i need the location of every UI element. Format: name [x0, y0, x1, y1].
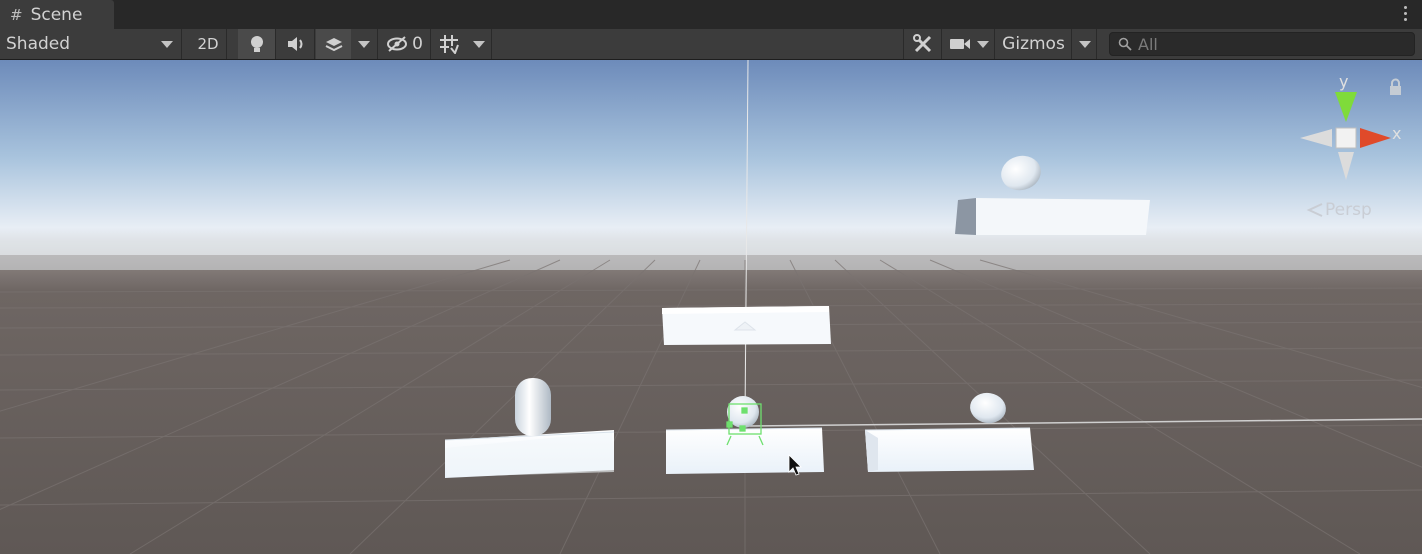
- tools-icon: [912, 34, 931, 53]
- eye-slash-icon: [387, 36, 408, 52]
- projection-label[interactable]: Persp: [1325, 200, 1372, 220]
- chevron-down-icon: [472, 40, 485, 48]
- grid-dropdown[interactable]: [466, 29, 492, 59]
- toggle-2d-label: 2D: [197, 35, 219, 53]
- hidden-count: 0: [412, 34, 423, 54]
- gizmo-label-y: y: [1339, 72, 1349, 91]
- layers-icon: [325, 38, 342, 52]
- kebab-menu-icon[interactable]: [1404, 6, 1408, 22]
- tab-bar: # Scene: [0, 0, 1422, 29]
- scene-viewport[interactable]: y x Persp: [0, 60, 1422, 554]
- gizmo-center-cube[interactable]: [1335, 127, 1357, 149]
- horizon-haze: [0, 240, 1422, 270]
- ground-plane: [0, 255, 1422, 554]
- scene-render: [0, 60, 1422, 554]
- tab-label: Scene: [30, 4, 83, 25]
- chevron-down-icon: [1078, 40, 1091, 48]
- audio-toggle[interactable]: [277, 29, 315, 59]
- search-input[interactable]: All: [1109, 32, 1415, 56]
- hash-icon: #: [10, 5, 23, 24]
- grid-toggle[interactable]: [432, 29, 466, 59]
- lighting-toggle[interactable]: [238, 29, 276, 59]
- chevron-down-icon: [161, 40, 173, 48]
- search-placeholder: All: [1138, 34, 1158, 54]
- capsule[interactable]: [515, 378, 551, 436]
- lightbulb-icon: [250, 36, 263, 52]
- camera-icon: [949, 39, 970, 49]
- far-platform[interactable]: [955, 198, 1150, 235]
- gizmos-button[interactable]: Gizmos: [996, 29, 1072, 59]
- chevron-down-icon: [358, 40, 370, 48]
- camera-dropdown[interactable]: [943, 29, 995, 59]
- grid-snap-icon: [440, 35, 459, 54]
- search-icon: [1118, 37, 1132, 51]
- gizmos-label: Gizmos: [1002, 34, 1065, 54]
- scene-toolbar: Shaded 2D 0 Gizmos All: [0, 29, 1422, 60]
- middle-platform[interactable]: [662, 306, 831, 345]
- draw-mode-dropdown[interactable]: Shaded: [0, 29, 182, 59]
- effects-toggle[interactable]: [316, 29, 351, 59]
- right-platform[interactable]: [864, 427, 1034, 472]
- chevron-down-icon: [976, 40, 989, 48]
- speaker-icon: [287, 37, 302, 51]
- tools-button[interactable]: [903, 29, 942, 59]
- gizmo-label-x: x: [1392, 124, 1402, 143]
- toggle-2d-button[interactable]: 2D: [190, 29, 227, 59]
- hidden-objects-toggle[interactable]: 0: [379, 29, 431, 59]
- effects-dropdown[interactable]: [351, 29, 378, 59]
- tab-scene[interactable]: # Scene: [0, 0, 114, 29]
- gizmos-dropdown[interactable]: [1073, 29, 1097, 59]
- draw-mode-value: Shaded: [6, 34, 71, 54]
